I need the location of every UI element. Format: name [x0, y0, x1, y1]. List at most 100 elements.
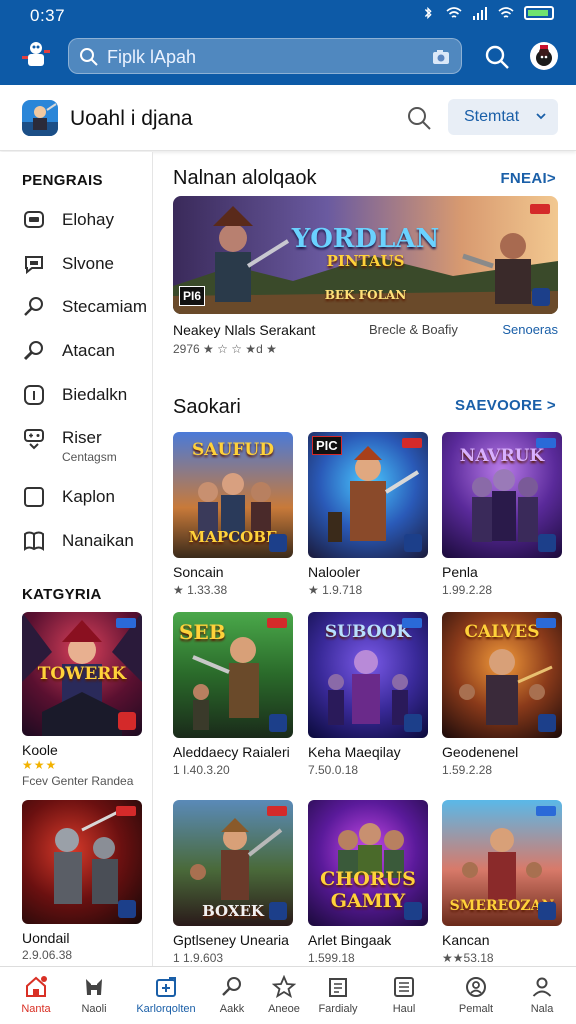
banner-art-tag: BEK FOLAN	[324, 288, 407, 302]
featured-see-all-link[interactable]: FNEAI>	[500, 170, 556, 187]
nav-item-person[interactable]: Nala	[510, 967, 574, 1024]
game-name: Koole	[22, 742, 58, 758]
game-card[interactable]: BOXEK Gptlseney Unearia 1 1.9.603	[173, 800, 293, 965]
sort-dropdown-label: Stemtat	[464, 108, 520, 125]
sidebar-item-label: Nanaikan	[62, 531, 134, 550]
sidebar-item-label: Riser	[62, 428, 102, 447]
game-name: Keha Maeqilay	[308, 744, 401, 760]
nav-item-apps[interactable]: Karlorqolten	[126, 967, 206, 1024]
featured-banner[interactable]: YORDLAN PINTAUS BEK FOLAN PI6	[173, 196, 558, 314]
game-name: Geodenenel	[442, 744, 519, 760]
game-name: Nalooler	[308, 564, 361, 580]
game-thumbnail: SUBOOK	[308, 612, 428, 738]
sidebar-item-label: Slvone	[62, 254, 114, 273]
nav-item-home[interactable]: Nanta	[4, 967, 68, 1024]
status-icons	[420, 6, 554, 20]
game-card[interactable]: SEB Aleddaecy Raialeri 1 I.40.3.20	[173, 612, 293, 777]
game-name: Soncain	[173, 564, 224, 580]
banner-art-subtitle: PINTAUS	[326, 252, 405, 270]
search-icon	[24, 297, 43, 316]
game-name: Penla	[442, 564, 478, 580]
sort-dropdown[interactable]: Stemtat	[448, 99, 558, 135]
game-corner-icon	[532, 288, 550, 306]
app-logo-icon[interactable]	[18, 36, 54, 72]
store-badge	[402, 618, 422, 628]
game-thumbnail	[22, 800, 142, 924]
search-icon	[222, 977, 241, 996]
search-icon[interactable]	[406, 105, 432, 131]
game-thumbnail: CHORUS GAMIY	[308, 800, 428, 926]
game-name: Arlet Bingaak	[308, 932, 392, 948]
apps-icon	[156, 977, 176, 997]
game-meta: 2.9.06.38	[22, 948, 73, 962]
app-logo[interactable]	[22, 100, 58, 136]
magnifier-icon	[23, 341, 43, 361]
camera-icon[interactable]	[431, 48, 451, 66]
game-card[interactable]: SAUFUD MAPCOBE Soncain ★ 1.33.38	[173, 432, 293, 597]
nav-item-list[interactable]: Haul	[372, 967, 436, 1024]
game-corner-icon	[269, 534, 287, 552]
sidebar-item-elohay[interactable]: Elohay	[22, 202, 147, 236]
game-corner-icon	[118, 712, 136, 730]
game-card[interactable]: CALVES Geodenenel 1.59.2.28	[442, 612, 562, 777]
nav-item-profile-ring[interactable]: Pemalt	[444, 967, 508, 1024]
game-name: Kancan	[442, 932, 490, 948]
sidebar-game-card[interactable]: TOWERK Koole ★★★ Fcev Genter Randea	[22, 612, 142, 788]
game-corner-icon	[538, 534, 556, 552]
game-corner-icon	[404, 714, 422, 732]
search-icon[interactable]	[484, 44, 510, 70]
sidebar-item-stecamiam[interactable]: Stecamiam	[22, 289, 147, 323]
game-card[interactable]: SMEREOZAN Kancan ★★53.18	[442, 800, 562, 965]
featured-link[interactable]: Senoeras	[502, 322, 558, 337]
sidebar-item-slvone[interactable]: Slvone	[22, 246, 147, 280]
nav-item-games[interactable]: Naoli	[62, 967, 126, 1024]
game-corner-icon	[404, 534, 422, 552]
featured-section-title: Nalnan alolqaok	[173, 167, 317, 189]
nav-item-library[interactable]: Fardialy	[306, 967, 370, 1024]
nav-item-label: Nala	[530, 1003, 554, 1015]
games-see-all-link[interactable]: SAEVOORE >	[455, 397, 556, 414]
nav-item-label: Fardialy	[318, 1003, 358, 1015]
store-badge	[536, 806, 556, 816]
sidebar-game-card[interactable]: Uondail 2.9.06.38	[22, 800, 142, 962]
avatar[interactable]	[530, 42, 558, 70]
sidebar-item-kaplon[interactable]: Kaplon	[22, 479, 147, 513]
store-badge	[536, 618, 556, 628]
chevron-down-icon	[536, 113, 546, 120]
list-icon	[394, 977, 414, 997]
game-corner-icon	[269, 902, 287, 920]
game-art-title: PIC	[312, 436, 342, 455]
game-meta: 1.59.2.28	[442, 763, 493, 777]
sidebar-item-sublabel: Centagsm	[62, 450, 117, 464]
game-name: Aleddaecy Raialeri	[173, 744, 290, 760]
chat-icon	[25, 256, 43, 275]
game-thumbnail: CALVES	[442, 612, 562, 738]
rating-stars: ★★★	[22, 758, 58, 772]
game-corner-icon	[118, 900, 136, 918]
game-thumbnail: BOXEK	[173, 800, 293, 926]
game-meta: 1.99.2.28	[442, 583, 493, 597]
game-card[interactable]: NAVRUK Penla 1.99.2.28	[442, 432, 562, 597]
game-meta: ★ 1.9.718	[308, 583, 363, 597]
search-input[interactable]	[107, 45, 407, 69]
game-card[interactable]: CHORUS GAMIY Arlet Bingaak 1.599.18	[308, 800, 428, 965]
game-card[interactable]: SUBOOK Keha Maeqilay 7.50.0.18	[308, 612, 428, 777]
game-thumbnail: NAVRUK	[442, 432, 562, 558]
sidebar-item-biedalkn[interactable]: Biedalkn	[22, 377, 147, 411]
featured-developer: Brecle & Boafiy	[369, 322, 458, 337]
featured-rating-text: 2976 ★ ☆ ☆ ★d ★	[173, 342, 277, 356]
game-meta: ★ 1.33.38	[173, 583, 228, 597]
game-thumbnail: SMEREOZAN	[442, 800, 562, 926]
profile-ring-icon	[466, 977, 486, 997]
nav-item-label: Naoli	[81, 1003, 107, 1015]
sidebar-item-riser[interactable]: Riser Centagsm	[22, 420, 147, 468]
sidebar-item-atacan[interactable]: Atacan	[22, 333, 147, 367]
main-content: Nalnan alolqaok FNEAI> YORDLAN PINTAUS B…	[160, 152, 576, 966]
featured-name: Neakey Nlals Serakant	[173, 322, 316, 338]
sidebar-item-nanaikan[interactable]: Nanaikan	[22, 523, 147, 557]
info-icon	[24, 385, 44, 405]
app-header: Uoahl i djana Stemtat	[0, 85, 576, 151]
search-bar[interactable]	[68, 38, 462, 74]
game-card[interactable]: PIC Nalooler ★ 1.9.718	[308, 432, 428, 597]
sidebar-item-label: Stecamiam	[62, 297, 148, 316]
